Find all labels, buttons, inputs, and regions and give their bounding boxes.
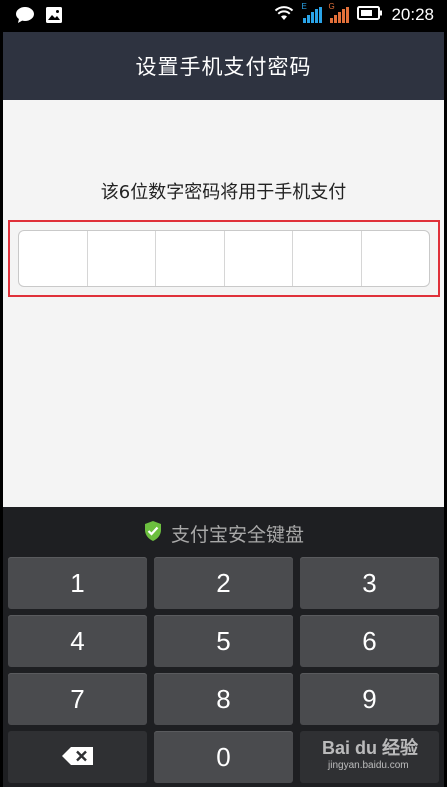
- clock: 20:28: [391, 5, 434, 24]
- phone-screen: E G 20:28 设置手机支付密码 该6位数字密码将用于手机支付 支付宝安全键…: [0, 0, 447, 787]
- password-input[interactable]: [18, 230, 430, 287]
- keyboard-title: 支付宝安全键盘: [170, 523, 304, 546]
- status-bar: E G 20:28: [3, 0, 444, 32]
- watermark-logo: Bai du 经验: [322, 734, 418, 760]
- password-setup-panel: 该6位数字密码将用于手机支付: [3, 100, 444, 507]
- key-3[interactable]: 3: [300, 557, 439, 609]
- chat-bubble-icon: [15, 6, 35, 28]
- gallery-icon: [45, 6, 63, 28]
- password-digit-cell[interactable]: [293, 231, 362, 286]
- password-field-highlight: [8, 220, 440, 297]
- password-digit-cell[interactable]: [362, 231, 430, 286]
- keyboard-header: 支付宝安全键盘: [3, 517, 444, 549]
- backspace-icon: [61, 742, 95, 773]
- key-5[interactable]: 5: [154, 615, 293, 667]
- delete-key[interactable]: [8, 731, 147, 783]
- password-digit-cell[interactable]: [225, 231, 293, 286]
- key-0[interactable]: 0: [154, 731, 293, 783]
- wifi-icon: [273, 4, 295, 26]
- signal-network-label: E: [301, 2, 307, 11]
- key-8[interactable]: 8: [154, 673, 293, 725]
- key-4[interactable]: 4: [8, 615, 147, 667]
- key-7[interactable]: 7: [8, 673, 147, 725]
- password-hint: 该6位数字密码将用于手机支付: [100, 182, 347, 203]
- key-9[interactable]: 9: [300, 673, 439, 725]
- key-1[interactable]: 1: [8, 557, 147, 609]
- key-6[interactable]: 6: [300, 615, 439, 667]
- shield-check-icon: [143, 520, 163, 546]
- signal-network-label: G: [328, 2, 335, 11]
- password-digit-cell[interactable]: [156, 231, 225, 286]
- key-2[interactable]: 2: [154, 557, 293, 609]
- signal-icon: E: [301, 2, 323, 23]
- password-digit-cell[interactable]: [19, 231, 88, 286]
- watermark-url: jingyan.baidu.com: [328, 760, 409, 771]
- status-right-icons: E G 20:28: [273, 2, 434, 26]
- watermark-logo-text: Bai du 经验: [322, 738, 419, 758]
- signal-icon: G: [328, 2, 350, 23]
- title-bar: 设置手机支付密码: [3, 32, 444, 100]
- page-title: 设置手机支付密码: [135, 55, 312, 79]
- battery-icon: [357, 5, 383, 25]
- watermark: Bai du 经验 jingyan.baidu.com: [322, 734, 418, 771]
- status-left-icons: [15, 6, 63, 28]
- password-digit-cell[interactable]: [88, 231, 156, 286]
